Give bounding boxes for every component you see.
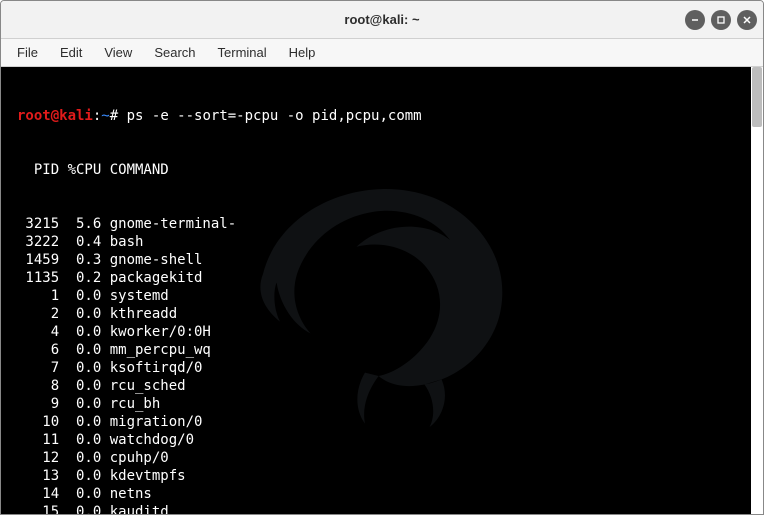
prompt-user: root@kali bbox=[17, 108, 93, 124]
window-title: root@kali: ~ bbox=[344, 12, 419, 27]
maximize-button[interactable] bbox=[711, 10, 731, 30]
process-row: 14 0.0 netns bbox=[17, 485, 763, 503]
terminal-area[interactable]: root@kali:~# ps -e --sort=-pcpu -o pid,p… bbox=[1, 67, 763, 514]
process-row: 3222 0.4 bash bbox=[17, 233, 763, 251]
menu-view[interactable]: View bbox=[94, 41, 142, 64]
minimize-icon bbox=[690, 15, 700, 25]
scrollbar[interactable] bbox=[751, 67, 763, 514]
command-text: ps -e --sort=-pcpu -o pid,pcpu,comm bbox=[127, 108, 422, 124]
process-row: 1 0.0 systemd bbox=[17, 287, 763, 305]
menu-help[interactable]: Help bbox=[279, 41, 326, 64]
terminal-window: root@kali: ~ File Edit View Search Termi… bbox=[0, 0, 764, 515]
maximize-icon bbox=[716, 15, 726, 25]
titlebar: root@kali: ~ bbox=[1, 1, 763, 39]
menu-search[interactable]: Search bbox=[144, 41, 205, 64]
process-row: 15 0.0 kauditd bbox=[17, 503, 763, 514]
close-icon bbox=[742, 15, 752, 25]
prompt-hash: # bbox=[110, 108, 118, 124]
scrollbar-thumb[interactable] bbox=[752, 67, 762, 127]
terminal-content: root@kali:~# ps -e --sort=-pcpu -o pid,p… bbox=[1, 67, 763, 514]
process-row: 9 0.0 rcu_bh bbox=[17, 395, 763, 413]
prompt-line: root@kali:~# ps -e --sort=-pcpu -o pid,p… bbox=[17, 107, 763, 125]
menu-file[interactable]: File bbox=[7, 41, 48, 64]
process-row: 13 0.0 kdevtmpfs bbox=[17, 467, 763, 485]
process-row: 8 0.0 rcu_sched bbox=[17, 377, 763, 395]
process-row: 4 0.0 kworker/0:0H bbox=[17, 323, 763, 341]
window-controls bbox=[685, 10, 757, 30]
process-row: 6 0.0 mm_percpu_wq bbox=[17, 341, 763, 359]
prompt-path: ~ bbox=[101, 108, 109, 124]
menu-edit[interactable]: Edit bbox=[50, 41, 92, 64]
process-row: 12 0.0 cpuhp/0 bbox=[17, 449, 763, 467]
process-row: 7 0.0 ksoftirqd/0 bbox=[17, 359, 763, 377]
menubar: File Edit View Search Terminal Help bbox=[1, 39, 763, 67]
column-header: PID %CPU COMMAND bbox=[17, 161, 763, 179]
process-row: 2 0.0 kthreadd bbox=[17, 305, 763, 323]
menu-terminal[interactable]: Terminal bbox=[208, 41, 277, 64]
process-row: 1459 0.3 gnome-shell bbox=[17, 251, 763, 269]
process-row: 3215 5.6 gnome-terminal- bbox=[17, 215, 763, 233]
process-row: 10 0.0 migration/0 bbox=[17, 413, 763, 431]
process-row: 1135 0.2 packagekitd bbox=[17, 269, 763, 287]
minimize-button[interactable] bbox=[685, 10, 705, 30]
close-button[interactable] bbox=[737, 10, 757, 30]
process-row: 11 0.0 watchdog/0 bbox=[17, 431, 763, 449]
